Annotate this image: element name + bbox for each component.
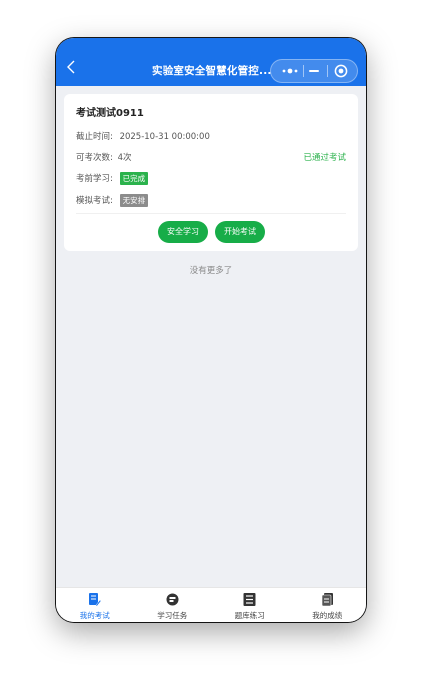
tab-my-exams[interactable]: 我的考试 bbox=[56, 588, 134, 622]
attempts-value: 4次 bbox=[117, 153, 132, 163]
exam-edit-icon bbox=[89, 593, 102, 607]
tab-label: 学习任务 bbox=[157, 611, 188, 620]
tab-label: 我的考试 bbox=[79, 611, 110, 620]
mock-exam-label: 模拟考试: bbox=[76, 196, 113, 206]
exam-card[interactable]: 考试测试0911 截止时间: 2025-10-31 00:00:00 可考次数:… bbox=[64, 94, 358, 251]
pre-study-label: 考前学习: bbox=[76, 174, 113, 184]
score-report-icon bbox=[321, 593, 333, 607]
tab-label: 题库练习 bbox=[234, 611, 265, 620]
card-divider bbox=[76, 213, 346, 214]
navigation-bar: 实验室安全智慧化管控... bbox=[56, 38, 366, 86]
phone-screen: 实验室安全智慧化管控... 考试测试0911 截止时间: 2025-10-31 … bbox=[56, 38, 366, 622]
page-title: 实验室安全智慧化管控... bbox=[152, 65, 272, 77]
safety-study-button[interactable]: 安全学习 bbox=[158, 221, 208, 243]
tab-question-bank[interactable]: 题库练习 bbox=[211, 588, 289, 622]
mock-exam-status-badge: 无安排 bbox=[119, 194, 149, 207]
chevron-left-icon[interactable] bbox=[66, 60, 76, 74]
pre-study-row: 考前学习: 已完成 bbox=[76, 172, 149, 185]
tab-my-scores[interactable]: 我的成绩 bbox=[289, 588, 367, 622]
tab-study-tasks[interactable]: 学习任务 bbox=[134, 588, 212, 622]
pre-study-status-badge: 已完成 bbox=[119, 172, 149, 185]
capsule-divider bbox=[327, 65, 328, 77]
capsule-divider bbox=[303, 65, 304, 77]
deadline-value: 2025-10-31 00:00:00 bbox=[119, 132, 210, 142]
exam-title: 考试测试0911 bbox=[76, 108, 144, 119]
minimize-icon[interactable] bbox=[309, 70, 319, 72]
exam-status: 已通过考试 bbox=[303, 153, 346, 163]
deadline-label: 截止时间: bbox=[76, 132, 113, 142]
question-bank-icon bbox=[243, 593, 256, 606]
list-end-text: 没有更多了 bbox=[189, 266, 233, 276]
task-icon bbox=[166, 593, 178, 606]
deadline-row: 截止时间: 2025-10-31 00:00:00 bbox=[76, 130, 210, 142]
mock-exam-row: 模拟考试: 无安排 bbox=[76, 194, 149, 207]
bottom-tab-bar: 我的考试 学习任务 题库练习 我的成绩 bbox=[56, 587, 366, 622]
close-mini-program-icon[interactable] bbox=[334, 64, 348, 78]
attempts-row: 可考次数: 4次 bbox=[76, 151, 132, 163]
more-dots-icon[interactable] bbox=[280, 65, 300, 77]
tab-label: 我的成绩 bbox=[312, 611, 343, 620]
start-exam-button[interactable]: 开始考试 bbox=[215, 221, 265, 243]
attempts-label: 可考次数: bbox=[76, 153, 113, 163]
mini-program-capsule bbox=[270, 59, 358, 83]
